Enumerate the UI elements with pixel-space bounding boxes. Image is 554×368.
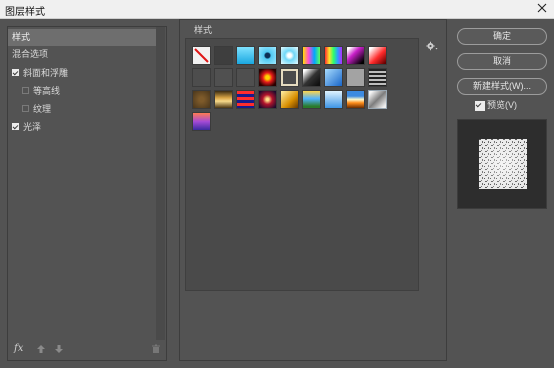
effect-checkbox[interactable] [22,105,29,112]
effect-label: 等高线 [33,86,61,96]
style-swatch-magenta-black[interactable] [346,46,365,65]
new-style-button[interactable]: 新建样式(W)... [457,78,547,95]
style-swatch-chrome-dark[interactable] [302,68,321,87]
preview-checkbox[interactable] [475,101,485,111]
ok-button[interactable]: 确定 [457,28,547,45]
trash-icon[interactable] [151,344,161,354]
style-swatch-color-bars[interactable] [302,46,321,65]
style-swatch-beige-frame[interactable] [280,68,299,87]
style-swatch-gold-glass[interactable] [280,90,299,109]
effect-checkbox[interactable] [12,123,19,130]
style-swatch-red-white[interactable] [368,46,387,65]
style-swatch-gray-1[interactable] [192,68,211,87]
style-preview [457,119,547,209]
style-swatch-none[interactable] [192,46,211,65]
style-swatch-red-stripes[interactable] [236,90,255,109]
style-swatch-cyan-light[interactable] [280,46,299,65]
style-swatch-sky-stripe[interactable] [302,90,321,109]
effect-item[interactable]: 斜面和浮雕 [8,65,156,82]
style-swatch-purple-gradient[interactable] [192,112,211,131]
arrow-up-icon[interactable] [36,344,46,354]
style-swatch-gray-2[interactable] [214,68,233,87]
close-icon[interactable] [535,1,549,15]
styles-grid [185,38,419,291]
style-swatch-gray-4[interactable] [346,68,365,87]
no-style-slash-icon [194,48,209,63]
cancel-button[interactable]: 取消 [457,53,547,70]
style-swatch-gray-diamond[interactable] [368,90,387,109]
effect-checkbox[interactable] [22,87,29,94]
title-bar: 图层样式 [0,0,554,19]
effect-checkbox[interactable] [12,69,19,76]
gear-icon[interactable] [426,41,438,51]
style-swatch-blue-sky[interactable] [324,90,343,109]
style-swatch-cyan-dot[interactable] [258,46,277,65]
arrow-down-icon[interactable] [54,344,64,354]
style-swatch-cyan[interactable] [236,46,255,65]
style-swatch-tiger[interactable] [258,90,277,109]
effect-label: 混合选项 [12,49,49,59]
effect-item[interactable]: 混合选项 [8,46,156,63]
style-swatch-red-orb[interactable] [258,68,277,87]
style-swatch-gray-3[interactable] [236,68,255,87]
styles-panel-label: 样式 [194,25,213,35]
style-swatch-rainbow[interactable] [324,46,343,65]
effects-list: 样式混合选项斜面和浮雕等高线纹理光泽 [8,27,156,340]
left-footer: fx [8,340,166,360]
preview-thumbnail [479,139,527,189]
style-swatch-dark-gray[interactable] [214,46,233,65]
style-swatch-sunset[interactable] [346,90,365,109]
effect-item[interactable]: 样式 [8,29,156,46]
scrollbar[interactable] [156,27,165,340]
effect-label: 斜面和浮雕 [23,68,69,78]
style-swatch-dark-stripe[interactable] [368,68,387,87]
effect-item[interactable]: 光泽 [8,119,156,136]
fx-button[interactable]: fx [14,343,23,354]
effect-item[interactable]: 纹理 [8,101,156,118]
left-panel: 样式混合选项斜面和浮雕等高线纹理光泽 fx [7,26,167,361]
style-swatch-blue-glass[interactable] [324,68,343,87]
effect-label: 纹理 [33,104,52,114]
effect-label: 光泽 [23,122,42,132]
preview-label: 预览(V) [487,100,517,110]
styles-panel: 样式 [179,19,447,361]
window-title: 图层样式 [5,7,45,18]
effect-item[interactable]: 等高线 [8,83,156,100]
effect-label: 样式 [12,32,31,42]
style-swatch-gold-bar[interactable] [214,90,233,109]
style-swatch-bronze[interactable] [192,90,211,109]
